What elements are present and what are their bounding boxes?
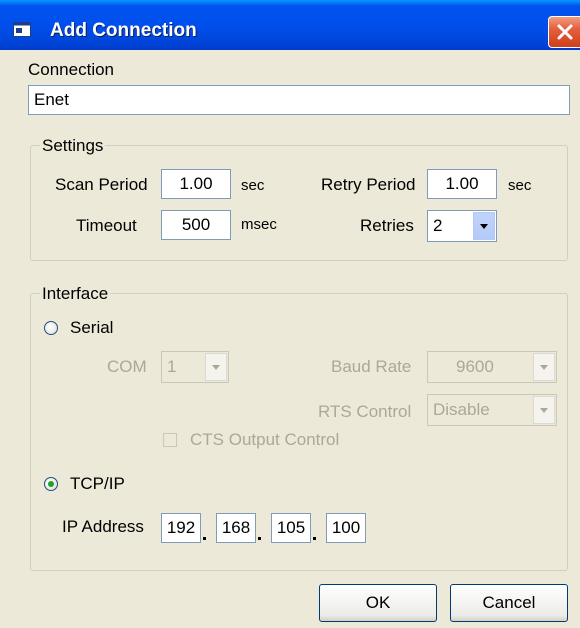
- scan-period-unit: sec: [241, 177, 265, 194]
- chevron-down-icon: [540, 365, 548, 370]
- ip-separator-dot: [203, 537, 206, 540]
- ip-octet-4[interactable]: 100: [326, 513, 366, 543]
- scan-period-input[interactable]: 1.00: [161, 169, 231, 199]
- tcpip-radio[interactable]: [44, 477, 58, 491]
- chevron-down-icon: [540, 408, 548, 413]
- add-connection-dialog: Add Connection Connection Enet Settings …: [0, 0, 580, 628]
- cancel-button[interactable]: Cancel: [450, 584, 568, 622]
- radio-selected-dot: [48, 481, 54, 487]
- retry-period-input[interactable]: 1.00: [427, 169, 497, 199]
- baud-rate-dropdown-button[interactable]: [533, 353, 555, 381]
- timeout-unit: msec: [241, 216, 277, 233]
- ip-address-field: 192 168 105 100: [161, 513, 367, 543]
- cts-output-control-label: CTS Output Control: [190, 430, 340, 449]
- serial-radio[interactable]: [44, 321, 58, 335]
- retry-period-label: Retry Period: [321, 175, 416, 194]
- ip-address-label: IP Address: [62, 517, 144, 536]
- baud-rate-select[interactable]: 9600: [427, 351, 557, 383]
- retries-value: 2: [433, 216, 443, 235]
- settings-legend: Settings: [40, 136, 106, 156]
- title-bar[interactable]: Add Connection: [0, 0, 580, 50]
- retries-dropdown-button[interactable]: [473, 212, 495, 240]
- cts-output-control-checkbox[interactable]: [163, 433, 177, 447]
- settings-group: [30, 145, 568, 261]
- ip-separator-dot: [313, 537, 316, 540]
- rts-control-dropdown-button[interactable]: [533, 396, 555, 424]
- timeout-input[interactable]: 500: [161, 210, 231, 240]
- baud-rate-label: Baud Rate: [331, 357, 412, 376]
- com-dropdown-button[interactable]: [205, 353, 227, 381]
- close-button[interactable]: [548, 16, 580, 48]
- retries-label: Retries: [360, 216, 414, 235]
- connection-label: Connection: [28, 60, 115, 79]
- com-select[interactable]: 1: [161, 351, 229, 383]
- ip-octet-2[interactable]: 168: [216, 513, 256, 543]
- window-app-icon: [13, 22, 31, 37]
- ip-separator-dot: [258, 537, 261, 540]
- ok-button[interactable]: OK: [319, 584, 437, 622]
- com-value: 1: [167, 357, 177, 376]
- ip-octet-3[interactable]: 105: [271, 513, 311, 543]
- com-label: COM: [107, 357, 147, 376]
- close-icon: [557, 24, 573, 40]
- rts-control-label: RTS Control: [318, 402, 412, 421]
- chevron-down-icon: [212, 365, 220, 370]
- interface-legend: Interface: [40, 284, 111, 304]
- connection-name-input[interactable]: Enet: [28, 85, 570, 115]
- baud-rate-value: 9600: [456, 357, 494, 376]
- retries-select[interactable]: 2: [427, 210, 497, 242]
- ip-octet-1[interactable]: 192: [161, 513, 201, 543]
- serial-label: Serial: [70, 318, 114, 337]
- chevron-down-icon: [480, 224, 488, 229]
- timeout-label: Timeout: [76, 216, 137, 235]
- retry-period-unit: sec: [508, 177, 532, 194]
- rts-control-value: Disable: [433, 400, 490, 419]
- window-title: Add Connection: [50, 20, 197, 41]
- rts-control-select[interactable]: Disable: [427, 394, 557, 426]
- scan-period-label: Scan Period: [55, 175, 148, 194]
- tcpip-label: TCP/IP: [70, 474, 125, 493]
